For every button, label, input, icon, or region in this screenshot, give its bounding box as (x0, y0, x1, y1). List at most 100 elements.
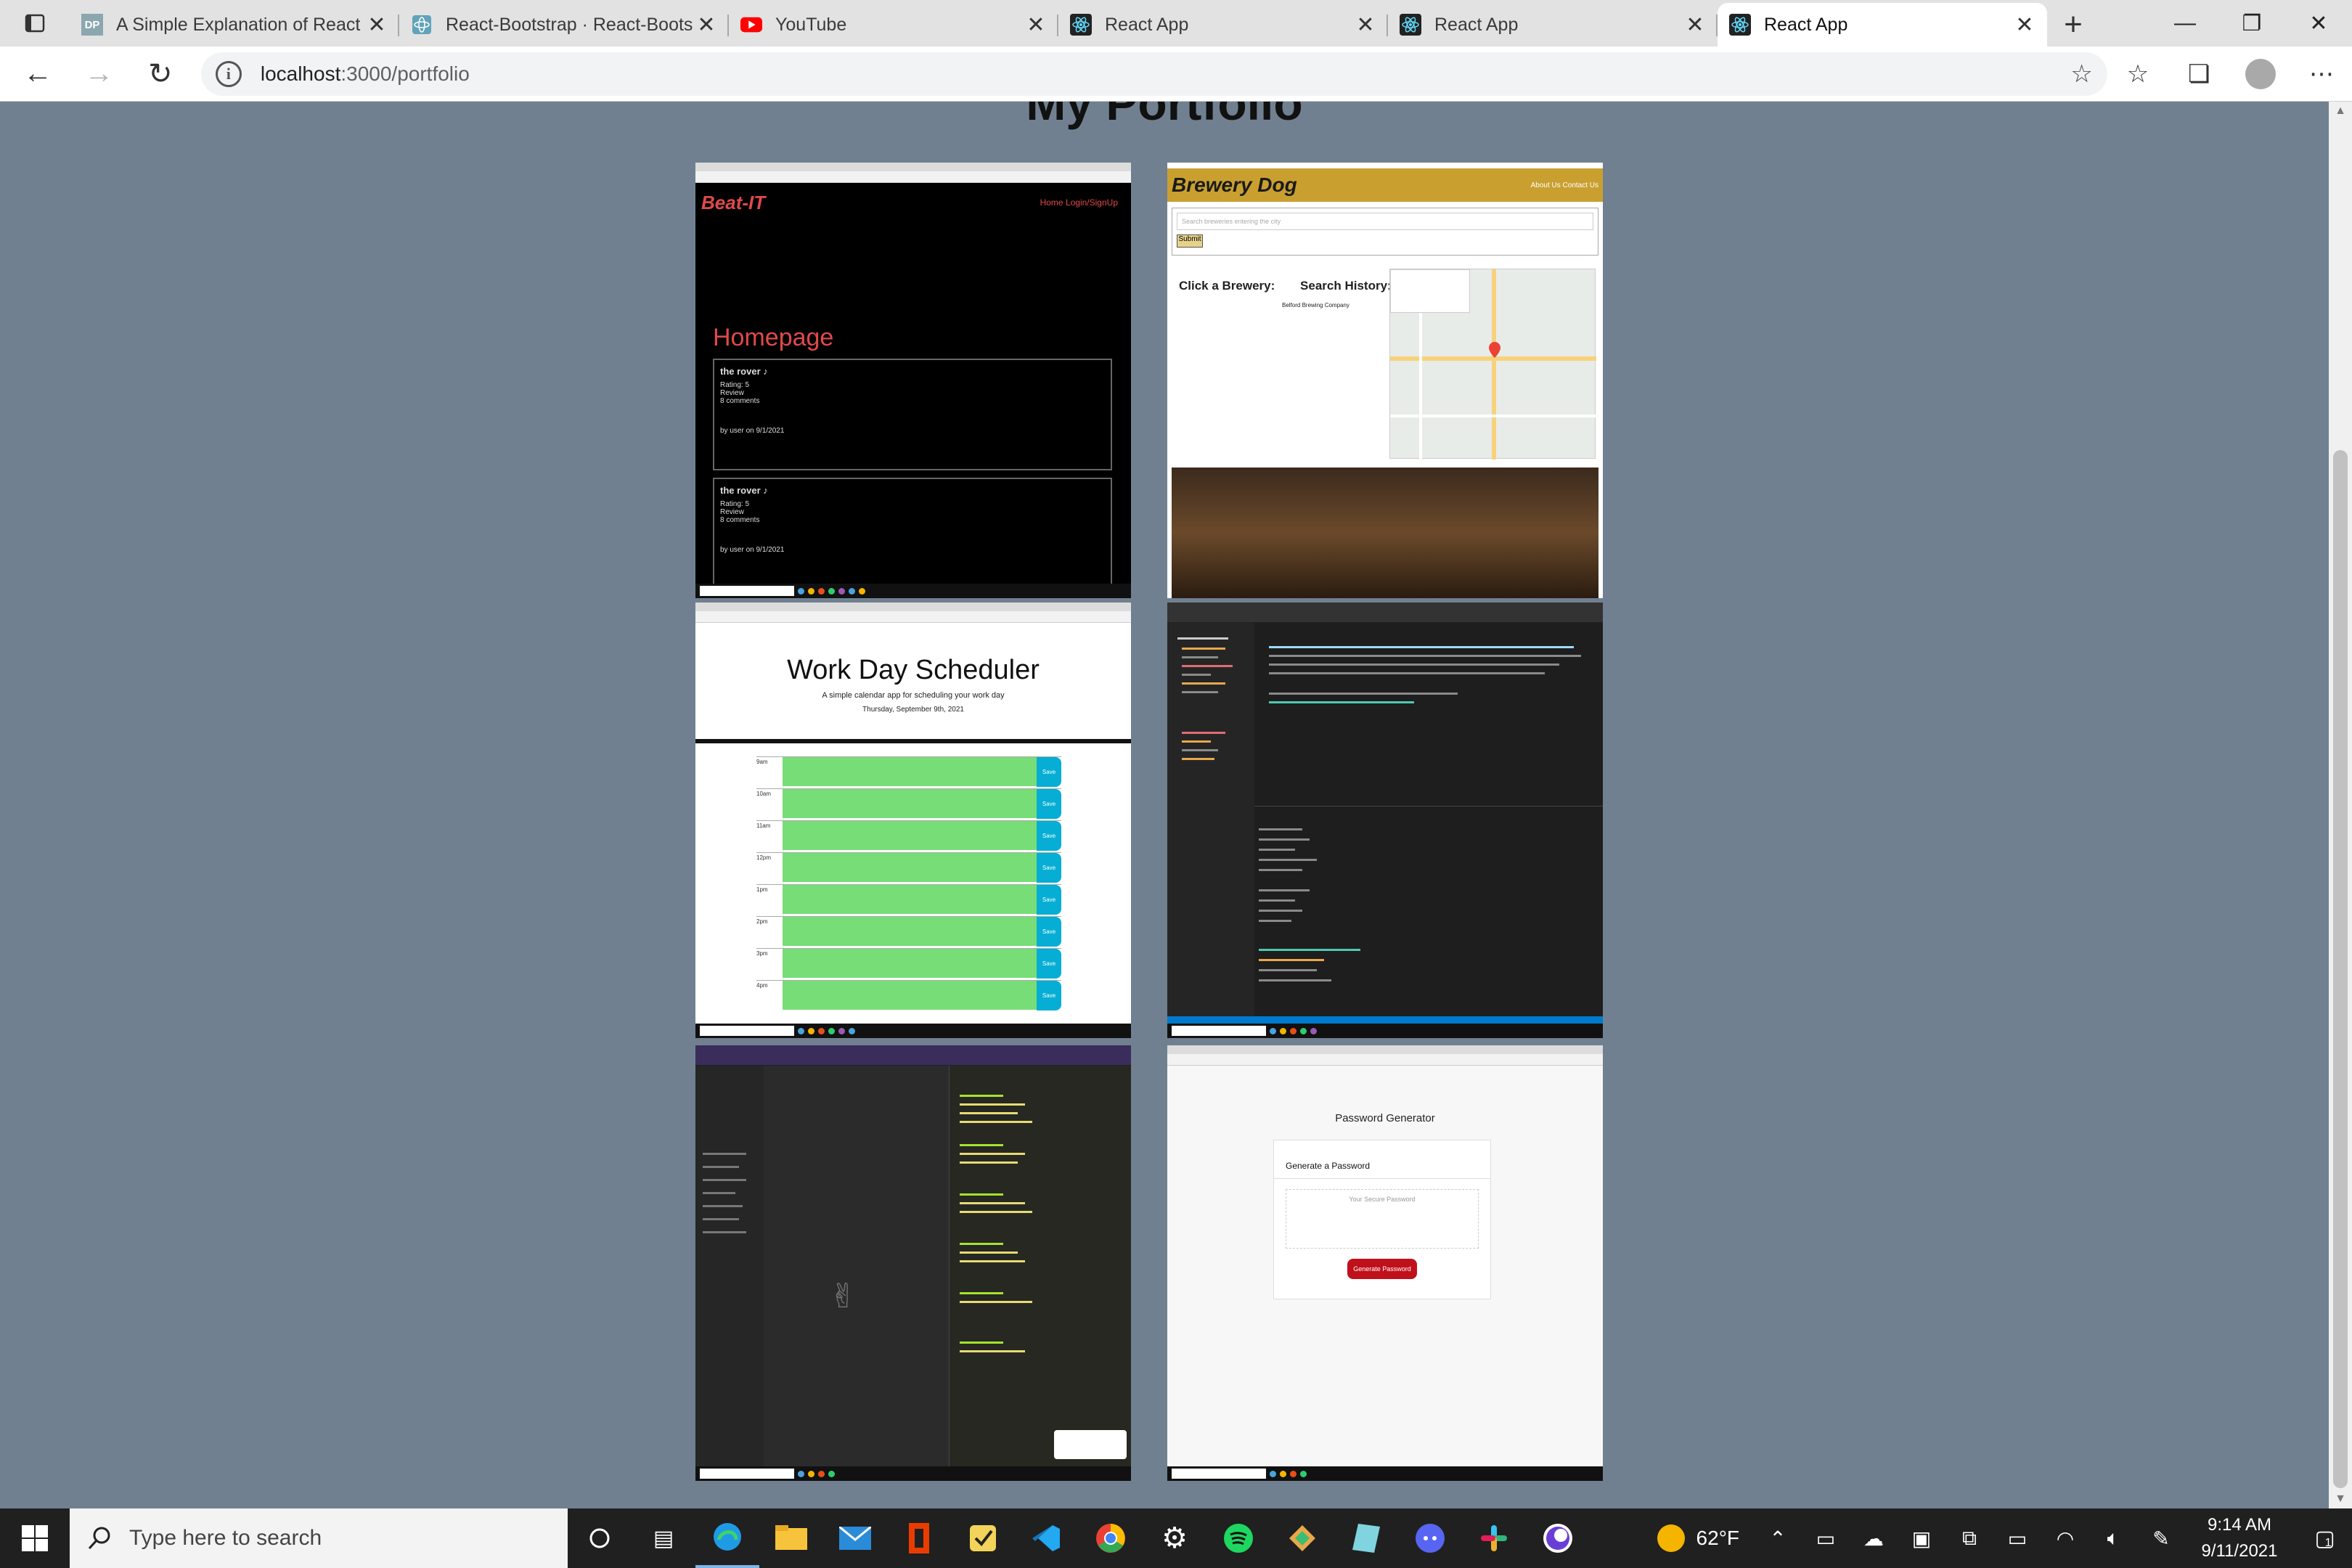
display-icon[interactable]: ▣ (1898, 1508, 1945, 1568)
refresh-button[interactable]: ↻ (130, 46, 191, 102)
save-button: Save (1037, 949, 1061, 979)
brewery-search-input: Search breweries entering the city (1177, 213, 1593, 230)
insomnia-icon[interactable] (1526, 1508, 1590, 1568)
notifications-button[interactable]: ▢ 1 (2294, 1508, 2352, 1568)
review-card: the rover ♪ Rating: 5 Review 8 comments … (713, 359, 1112, 470)
project-screenshot-brewery-dog[interactable]: Brewery Dog About Us Contact Us Search b… (1167, 163, 1603, 598)
password-card-title: Generate a Password (1274, 1140, 1490, 1179)
chrome-icon[interactable] (1079, 1508, 1143, 1568)
project-screenshot-employee-tracker[interactable] (1167, 603, 1603, 1038)
minimize-icon[interactable]: — (2152, 0, 2218, 46)
hour-label: 9am (756, 759, 768, 765)
discord-icon[interactable] (1398, 1508, 1462, 1568)
maximize-icon[interactable]: ❐ (2218, 0, 2285, 46)
avatar (2245, 58, 2276, 89)
close-tab-icon[interactable]: ✕ (1025, 12, 1047, 38)
forward-button[interactable]: → (68, 46, 129, 102)
chevron-up-icon[interactable]: ⌃ (1754, 1508, 1802, 1568)
card-footer: by user on 9/1/2021 (720, 427, 785, 435)
project-screenshot-beat-it[interactable]: Beat-IT Home Login/SignUp Homepage the r… (695, 163, 1131, 598)
card-line: Rating: 5 (720, 500, 750, 508)
slack-icon[interactable] (1462, 1508, 1526, 1568)
tab-title: React App (1105, 14, 1189, 35)
hour-label: 12pm (756, 854, 772, 861)
mini-editor-chrome (1167, 603, 1603, 623)
project-screenshot-api-routes[interactable]: ✌ (695, 1045, 1131, 1481)
onedrive-icon[interactable]: ☁ (1850, 1508, 1898, 1568)
scroll-thumb[interactable] (2333, 450, 2348, 1488)
password-heading: Password Generator (1335, 1112, 1435, 1124)
time-block: 9am Save (756, 756, 1061, 787)
weather-temp: 62°F (1696, 1527, 1739, 1549)
page-content: My Portfolio Beat-IT Home Login/SignUp H… (0, 102, 2329, 1508)
taskbar-search-placeholder: Type here to search (129, 1526, 322, 1550)
time-block: 4pm Save (756, 980, 1061, 1010)
file-explorer-icon[interactable] (759, 1508, 823, 1568)
profile-button[interactable] (2229, 46, 2290, 102)
favorites-icon[interactable]: ☆ (2107, 46, 2168, 102)
tab-react-bootstrap[interactable]: React-Bootstrap · React-Boots ✕ (399, 3, 729, 46)
tab-react-app-2[interactable]: React App ✕ (1388, 3, 1718, 46)
windows-icon (22, 1525, 48, 1551)
brewery-header: Brewery Dog About Us Contact Us (1167, 168, 1603, 202)
edge-icon[interactable] (695, 1508, 759, 1568)
address-bar: ← → ↻ i localhost:3000/portfolio ☆ ☆ ❏ ⋯ (0, 46, 2352, 102)
close-tab-icon[interactable]: ✕ (695, 12, 717, 38)
tab-title: React App (1434, 14, 1519, 35)
start-button[interactable] (0, 1508, 70, 1568)
info-icon[interactable]: i (215, 60, 242, 87)
url-field[interactable]: i localhost:3000/portfolio ☆ (200, 52, 2107, 96)
pen-icon[interactable]: ✎ (2137, 1508, 2185, 1568)
close-tab-icon[interactable]: ✕ (366, 12, 388, 38)
notepad-icon[interactable] (1334, 1508, 1398, 1568)
save-button: Save (1037, 981, 1061, 1010)
add-favorite-icon[interactable]: ☆ (2070, 60, 2092, 89)
hour-label: 2pm (756, 918, 768, 925)
more-options-icon[interactable]: ⋯ (2291, 46, 2352, 102)
tab-dp[interactable]: DP A Simple Explanation of React ✕ (70, 3, 399, 46)
beat-it-logo: Beat-IT (701, 192, 766, 213)
close-tab-icon[interactable]: ✕ (1684, 12, 1706, 38)
battery-icon[interactable]: ▭ (1993, 1508, 2041, 1568)
git-kraken-icon[interactable] (1270, 1508, 1334, 1568)
task-view-icon[interactable]: ▤ (632, 1508, 695, 1568)
office-icon[interactable] (887, 1508, 951, 1568)
vscode-icon[interactable] (1015, 1508, 1079, 1568)
cortana-icon[interactable] (568, 1508, 632, 1568)
screen-icon[interactable]: ⧉ (1945, 1508, 1993, 1568)
tab-react-app-1[interactable]: React App ✕ (1058, 3, 1388, 46)
scroll-down-icon[interactable]: ▼ (2329, 1493, 2352, 1506)
settings-icon[interactable]: ⚙ (1143, 1508, 1206, 1568)
card-title: the rover ♪ (720, 366, 768, 377)
clock[interactable]: 9:14 AM 9/11/2021 (2185, 1512, 2294, 1564)
project-screenshot-scheduler[interactable]: Work Day Scheduler A simple calendar app… (695, 603, 1131, 1038)
mini-taskbar (695, 1466, 1131, 1481)
divider (695, 739, 1131, 743)
mini-browser-chrome (1167, 1045, 1603, 1066)
close-tab-icon[interactable]: ✕ (1355, 12, 1376, 38)
back-button[interactable]: ← (7, 46, 68, 102)
mini-taskbar (695, 1024, 1131, 1038)
tab-actions-button[interactable] (0, 0, 70, 46)
mail-icon[interactable] (823, 1508, 887, 1568)
volume-icon[interactable]: 🔈︎ (2089, 1508, 2137, 1568)
scroll-up-icon[interactable]: ▲ (2329, 105, 2352, 118)
close-window-icon[interactable]: ✕ (2285, 0, 2352, 46)
meet-now-icon[interactable]: ▭ (1802, 1508, 1850, 1568)
page-scrollbar[interactable]: ▲ ▼ (2329, 102, 2352, 1508)
new-tab-button[interactable]: + (2047, 3, 2099, 46)
url-host: localhost (260, 62, 341, 85)
collections-icon[interactable]: ❏ (2168, 46, 2229, 102)
brewery-search: Search breweries entering the city Submi… (1172, 208, 1598, 256)
close-tab-icon[interactable]: ✕ (2014, 12, 2035, 38)
brewery-photo (1172, 467, 1598, 598)
tab-react-app-active[interactable]: React App ✕ (1718, 3, 2047, 46)
todo-icon[interactable] (951, 1508, 1015, 1568)
tab-youtube[interactable]: YouTube ✕ (729, 3, 1058, 46)
project-screenshot-password-generator[interactable]: Password Generator Generate a Password Y… (1167, 1045, 1603, 1481)
wifi-icon[interactable]: ◠ (2041, 1508, 2089, 1568)
taskbar-search[interactable]: Type here to search (70, 1508, 568, 1568)
hour-label: 1pm (756, 886, 768, 893)
spotify-icon[interactable] (1206, 1508, 1270, 1568)
weather-widget[interactable]: 62°F (1657, 1524, 1739, 1552)
